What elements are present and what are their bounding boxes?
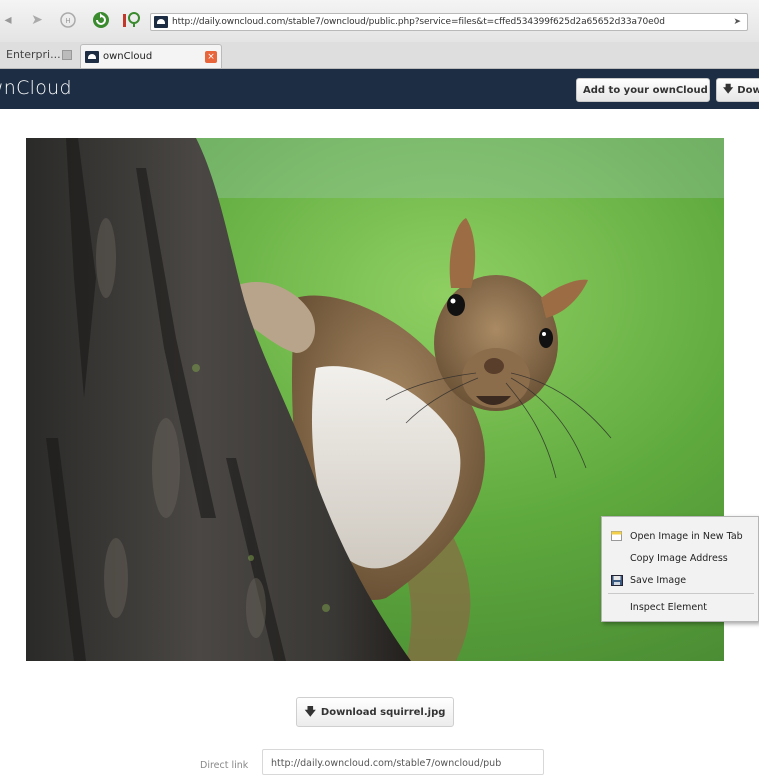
svg-text:H: H	[65, 17, 70, 25]
direct-link-field[interactable]: http://daily.owncloud.com/stable7/ownclo…	[262, 749, 544, 775]
owncloud-header: ownCloud Add to your ownCloud 🡇 Dow	[0, 69, 759, 109]
new-tab-icon	[611, 530, 622, 541]
menu-divider	[608, 593, 754, 594]
tab-owncloud[interactable]: ownCloud ×	[80, 44, 222, 68]
menu-item-label: Save Image	[630, 574, 687, 586]
reload-icon[interactable]	[90, 10, 112, 30]
tab-strip: Enterpri... ownCloud ×	[0, 42, 759, 69]
forward-icon[interactable]: ➤	[28, 10, 46, 30]
download-button-label: Download squirrel.jpg	[320, 706, 446, 718]
save-icon	[611, 574, 623, 586]
tab-close-icon[interactable]: ×	[205, 50, 217, 63]
menu-item-open-image-new-tab[interactable]: Open Image in New Tab	[602, 526, 758, 546]
url-dropdown-icon[interactable]: ➤	[727, 17, 747, 27]
add-to-owncloud-button[interactable]: Add to your ownCloud	[576, 78, 710, 102]
history-icon[interactable]: H	[58, 10, 78, 30]
owncloud-logo[interactable]: ownCloud	[0, 77, 76, 99]
download-header-label: Dow	[737, 84, 759, 96]
download-header-button[interactable]: 🡇 Dow	[716, 78, 759, 102]
tab-close-icon[interactable]	[62, 50, 72, 60]
menu-item-save-image[interactable]: Save Image	[602, 570, 758, 590]
menu-item-label: Inspect Element	[630, 601, 707, 613]
browser-toolbar: ◂ ➤ H http://daily.owncloud.com/stable7/…	[0, 0, 759, 42]
download-arrow-icon: 🡇	[723, 83, 734, 95]
menu-item-label: Copy Image Address	[630, 552, 728, 564]
menu-item-copy-image-address[interactable]: Copy Image Address	[602, 548, 758, 568]
menu-item-inspect-element[interactable]: Inspect Element	[602, 597, 758, 617]
tab-title: ownCloud	[103, 51, 153, 62]
download-arrow-icon: 🡇	[304, 704, 316, 718]
download-file-button[interactable]: 🡇 Download squirrel.jpg	[296, 697, 454, 727]
url-text[interactable]: http://daily.owncloud.com/stable7/ownclo…	[172, 17, 727, 27]
stop-icon[interactable]	[120, 10, 142, 30]
tab-enterprise[interactable]: Enterpri...	[6, 48, 61, 61]
url-bar[interactable]: http://daily.owncloud.com/stable7/ownclo…	[150, 13, 748, 31]
menu-item-label: Open Image in New Tab	[630, 530, 743, 542]
context-menu: Open Image in New Tab Copy Image Address…	[601, 516, 759, 622]
site-favicon-icon	[154, 16, 168, 28]
back-icon[interactable]: ◂	[2, 10, 14, 30]
direct-link-label: Direct link	[200, 760, 249, 771]
owncloud-favicon-icon	[85, 50, 99, 63]
